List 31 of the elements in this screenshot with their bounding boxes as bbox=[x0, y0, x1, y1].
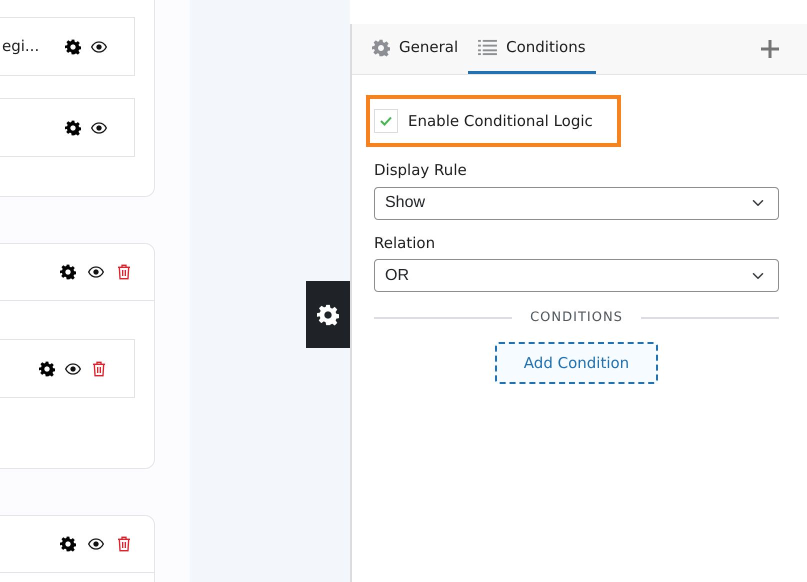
gear-icon[interactable] bbox=[60, 536, 76, 552]
field-label: Display Rule bbox=[374, 160, 468, 181]
select-field[interactable]: OR bbox=[374, 259, 779, 292]
eye-icon[interactable] bbox=[91, 38, 107, 54]
field-label: Relation bbox=[374, 232, 436, 254]
select-field[interactable]: Show bbox=[374, 186, 779, 220]
add-condition-button[interactable]: Add Condition bbox=[494, 342, 658, 384]
checkbox-label: Enable Conditional Logic bbox=[408, 110, 593, 132]
trash-icon[interactable] bbox=[116, 264, 132, 280]
gear-icon[interactable] bbox=[65, 38, 81, 54]
trash-icon[interactable] bbox=[116, 536, 132, 552]
tab[interactable]: General bbox=[362, 24, 468, 74]
field-label: egi... bbox=[1, 36, 40, 58]
field-row[interactable]: egi... bbox=[0, 17, 135, 76]
checkmark-icon bbox=[380, 116, 392, 126]
gear-icon[interactable] bbox=[60, 264, 76, 280]
trash-icon[interactable] bbox=[91, 360, 107, 376]
gear-icon[interactable] bbox=[39, 360, 55, 376]
checkbox[interactable] bbox=[374, 109, 398, 133]
tab[interactable]: Conditions bbox=[468, 24, 596, 74]
eye-icon[interactable] bbox=[88, 264, 104, 280]
eye-icon[interactable] bbox=[88, 536, 104, 552]
eye-icon[interactable] bbox=[65, 360, 81, 376]
settings-icon bbox=[317, 304, 339, 326]
gear-icon[interactable] bbox=[65, 120, 81, 136]
plus-icon bbox=[761, 40, 779, 58]
gear-icon bbox=[372, 38, 390, 56]
list-icon bbox=[478, 39, 498, 56]
section-heading: CONDITIONS bbox=[530, 309, 623, 327]
settings-toggle-button[interactable] bbox=[306, 281, 350, 348]
eye-icon[interactable] bbox=[91, 120, 107, 136]
